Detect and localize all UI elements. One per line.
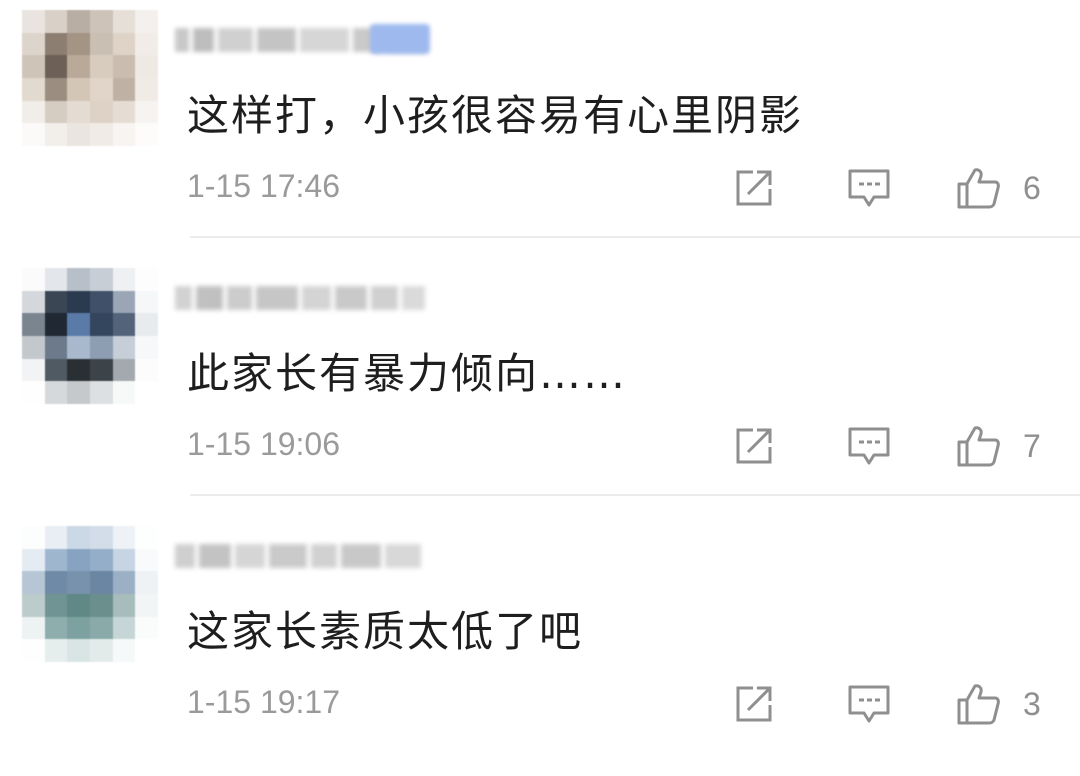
avatar[interactable] [22, 10, 158, 146]
comment-text: 这家长素质太低了吧 [187, 607, 584, 656]
avatar[interactable] [22, 268, 158, 404]
comment-list: 这样打，小孩很容易有心里阴影 1-15 17:46 6 此家长有暴力倾向…… 1… [0, 0, 1080, 745]
username-blurred[interactable] [175, 276, 425, 320]
share-button[interactable] [730, 164, 778, 212]
like-button[interactable]: 7 [955, 422, 1055, 470]
reply-button[interactable] [845, 164, 893, 212]
like-button[interactable]: 6 [955, 164, 1055, 212]
comment-item: 这样打，小孩很容易有心里阴影 1-15 17:46 6 [0, 0, 1080, 260]
reply-icon [848, 169, 890, 207]
thumbs-up-icon [957, 684, 1000, 725]
share-icon [736, 428, 772, 464]
divider [190, 494, 1080, 496]
comment-text: 此家长有暴力倾向…… [187, 349, 628, 398]
share-icon [736, 686, 772, 722]
comment-timestamp: 1-15 19:17 [187, 684, 341, 720]
comment-timestamp: 1-15 17:46 [187, 168, 341, 204]
like-count: 6 [1023, 169, 1041, 206]
vip-badge [370, 24, 430, 54]
comment-item: 这家长素质太低了吧 1-15 19:17 3 [0, 516, 1080, 776]
divider [190, 236, 1080, 238]
share-button[interactable] [730, 680, 778, 728]
like-count: 7 [1023, 427, 1041, 464]
like-count: 3 [1023, 685, 1041, 722]
reply-button[interactable] [845, 680, 893, 728]
username-blurred[interactable] [175, 534, 425, 578]
reply-button[interactable] [845, 422, 893, 470]
thumbs-up-icon [957, 168, 1000, 209]
share-button[interactable] [730, 422, 778, 470]
share-icon [736, 170, 772, 206]
comment-item: 此家长有暴力倾向…… 1-15 19:06 7 [0, 258, 1080, 518]
reply-icon [848, 427, 890, 465]
like-button[interactable]: 3 [955, 680, 1055, 728]
reply-icon [848, 685, 890, 723]
comment-text: 这样打，小孩很容易有心里阴影 [187, 91, 804, 140]
comment-timestamp: 1-15 19:06 [187, 426, 341, 462]
avatar[interactable] [22, 526, 158, 662]
thumbs-up-icon [957, 426, 1000, 467]
